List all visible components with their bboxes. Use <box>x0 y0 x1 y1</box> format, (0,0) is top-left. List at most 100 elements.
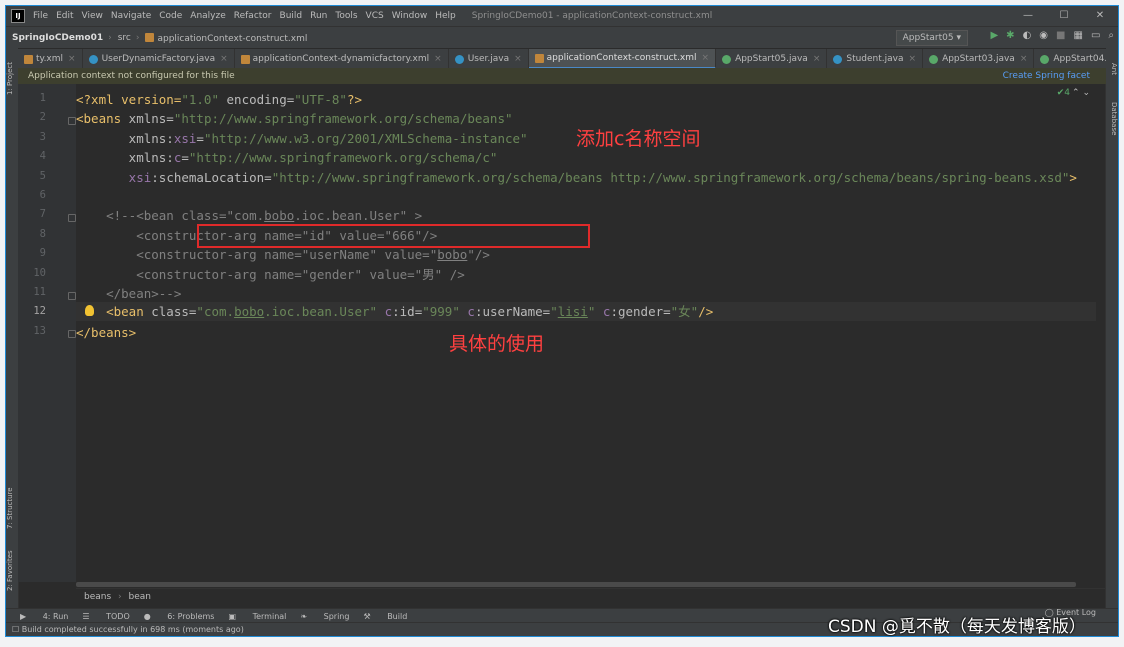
toolbar-actions: ▶ ✱ ◐ ◉ ■ ▦ ▭ ⌕ <box>990 30 1114 41</box>
terminal-tool-button[interactable]: ▣ Terminal <box>228 612 286 621</box>
search-icon[interactable]: ⌕ <box>1108 30 1114 41</box>
line-number: 9 <box>39 247 46 259</box>
spring-tool-button[interactable]: ❧ Spring <box>300 612 349 621</box>
highlight-nav-icon[interactable]: ⌃ ⌄ <box>1072 88 1090 98</box>
maximize-icon[interactable]: ☐ <box>1046 6 1082 26</box>
status-message: ☐ Build completed successfully in 698 ms… <box>12 625 244 634</box>
fold-marker-icon[interactable] <box>68 292 76 300</box>
code-line-2: <beans xmlns="http://www.springframework… <box>76 111 513 126</box>
close-tab-icon[interactable]: × <box>909 54 917 64</box>
ant-panel-toggle[interactable]: Ant <box>1106 54 1118 84</box>
todo-tool-button[interactable]: ☰ TODO <box>82 612 129 621</box>
code-line-11: </bean>--> <box>76 286 182 301</box>
navigation-bar: SpringIoCDemo01 › src › applicationConte… <box>6 26 1118 49</box>
editor-tab[interactable]: AppStart04.java× <box>1034 49 1106 69</box>
layout-icon[interactable]: ▭ <box>1091 30 1100 41</box>
close-tab-icon[interactable]: × <box>434 54 442 64</box>
menu-analyze[interactable]: Analyze <box>190 11 225 21</box>
menu-build[interactable]: Build <box>280 11 303 21</box>
close-tab-icon[interactable]: × <box>68 54 76 64</box>
menu-help[interactable]: Help <box>435 11 456 21</box>
create-spring-facet-link[interactable]: Create Spring facet <box>1003 68 1090 84</box>
close-tab-icon[interactable]: × <box>1020 54 1028 64</box>
runnable-class-icon <box>1040 54 1050 64</box>
close-tab-icon[interactable]: × <box>220 54 228 64</box>
fold-marker-icon[interactable] <box>68 214 76 222</box>
editor-tab[interactable]: User.java × <box>449 49 529 69</box>
debug-icon[interactable]: ✱ <box>1006 30 1014 41</box>
profile-icon[interactable]: ◉ <box>1039 30 1048 41</box>
editor-tabs: ty.xml × UserDynamicFactory.java × applicati… <box>18 48 1106 69</box>
editor-tab[interactable]: Student.java × <box>827 49 924 69</box>
inspection-count[interactable]: ✔4 <box>1057 88 1070 98</box>
intellij-logo-icon: IJ <box>11 9 25 23</box>
banner-message: Application context not configured for t… <box>28 71 235 81</box>
code-line-7: <!--<bean class="com.bobo.ioc.bean.User"… <box>76 208 423 223</box>
close-tab-icon[interactable]: × <box>514 54 522 64</box>
inspection-count-value: 4 <box>1064 88 1070 98</box>
favorites-panel-toggle[interactable]: 2: Favorites <box>6 543 18 598</box>
menu-edit[interactable]: Edit <box>56 11 73 21</box>
project-panel-toggle[interactable]: 1: Project <box>6 54 18 104</box>
minimize-icon[interactable]: — <box>1010 6 1046 26</box>
todo-tool-label: TODO <box>106 611 130 621</box>
menu-bar: IJ File Edit View Navigate Code Analyze … <box>6 6 1118 26</box>
class-icon <box>88 54 98 64</box>
editor-tab[interactable]: AppStart05.java × <box>716 49 828 69</box>
run-config-selector[interactable]: AppStart05 ▾ <box>895 30 968 46</box>
editor-tab[interactable]: applicationContext-dynamicfactory.xml × <box>235 49 449 69</box>
editor-tab[interactable]: ty.xml × <box>18 49 83 69</box>
xml-file-icon <box>145 32 155 42</box>
ide-window: IJ File Edit View Navigate Code Analyze … <box>5 5 1119 637</box>
notification-banner: Application context not configured for t… <box>18 68 1106 84</box>
chevron-right-icon: › <box>118 592 122 602</box>
stop-icon[interactable]: ■ <box>1056 30 1065 41</box>
breadcrumb-beans[interactable]: beans <box>84 592 111 602</box>
fold-marker-icon[interactable] <box>68 330 76 338</box>
editor-tab-label: Student.java <box>846 54 904 64</box>
close-tab-icon[interactable]: × <box>813 54 821 64</box>
structure-panel-toggle[interactable]: 7: Structure <box>6 478 18 538</box>
menu-view[interactable]: View <box>82 11 103 21</box>
menu-run[interactable]: Run <box>310 11 327 21</box>
close-tab-icon[interactable]: × <box>702 53 710 63</box>
editor-tab-label: applicationContext-construct.xml <box>546 53 697 63</box>
run-config-label: AppStart05 <box>902 33 954 43</box>
code-line-5: xsi:schemaLocation="http://www.springfra… <box>76 170 1077 185</box>
editor-tab[interactable]: UserDynamicFactory.java × <box>83 49 235 69</box>
coverage-icon[interactable]: ◐ <box>1023 30 1032 41</box>
problems-tool-label: 6: Problems <box>167 611 215 621</box>
breadcrumb-bean[interactable]: bean <box>129 592 151 602</box>
menu-window[interactable]: Window <box>392 11 428 21</box>
menu-code[interactable]: Code <box>159 11 182 21</box>
build-tool-button[interactable]: ⚒ Build <box>363 612 407 621</box>
editor-tab[interactable]: applicationContext-construct.xml × <box>528 49 717 69</box>
breadcrumb-src[interactable]: src <box>118 33 131 43</box>
annotation-add-c-namespace: 添加c名称空间 <box>576 128 701 150</box>
menu-navigate[interactable]: Navigate <box>111 11 151 21</box>
terminal-tool-label: Terminal <box>252 611 287 621</box>
menu-tools[interactable]: Tools <box>335 11 357 21</box>
code-editor[interactable]: ✔4 ⌃ ⌄ <?xml version="1.0" encoding="UTF… <box>76 84 1096 582</box>
breadcrumb-project[interactable]: SpringIoCDemo01 <box>12 33 103 43</box>
problems-tool-button[interactable]: ● 6: Problems <box>144 612 215 621</box>
editor-tab[interactable]: AppStart03.java × <box>923 49 1035 69</box>
line-number: 11 <box>33 286 46 298</box>
watermark: CSDN @覓不散（每天发博客版） <box>828 617 1086 637</box>
close-icon[interactable]: ✕ <box>1082 6 1118 26</box>
database-panel-toggle[interactable]: Database <box>1106 94 1118 144</box>
project-structure-icon[interactable]: ▦ <box>1073 30 1082 41</box>
run-tool-button[interactable]: ▶ 4: Run <box>20 612 68 621</box>
menu-refactor[interactable]: Refactor <box>234 11 272 21</box>
horizontal-scrollbar[interactable] <box>76 582 1076 587</box>
line-number: 1 <box>39 92 46 104</box>
run-icon[interactable]: ▶ <box>990 30 998 41</box>
fold-marker-icon[interactable] <box>68 117 76 125</box>
line-number: 7 <box>39 208 46 220</box>
code-line-13: </beans> <box>76 325 137 340</box>
editor-gutter: 1 2 3 4 5 6 7 8 9 10 11 12 13 <box>18 84 76 582</box>
menu-vcs[interactable]: VCS <box>366 11 384 21</box>
menu-file[interactable]: File <box>33 11 48 21</box>
breadcrumb-file[interactable]: applicationContext-construct.xml <box>145 32 307 44</box>
right-tool-strip: Ant Database <box>1105 48 1118 608</box>
